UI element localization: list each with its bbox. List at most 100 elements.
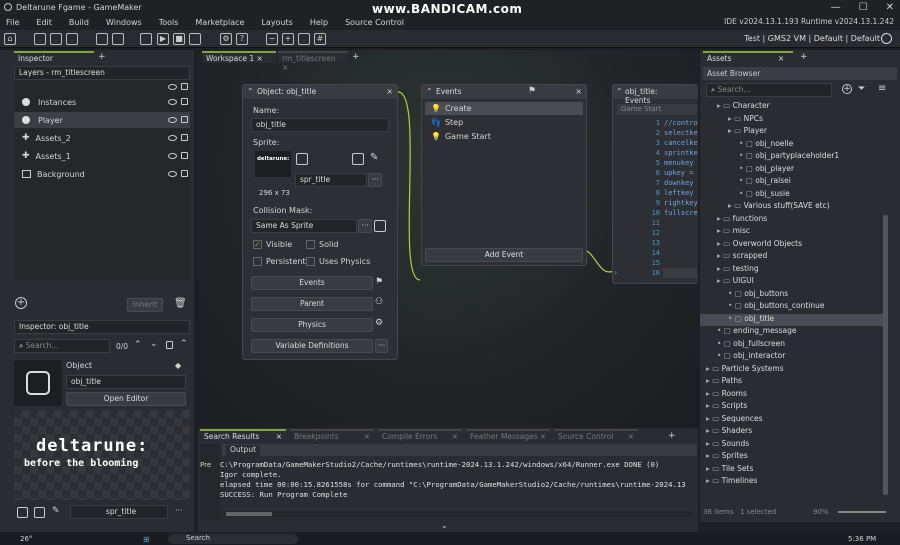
lock-icon[interactable] — [181, 98, 188, 105]
settings-icon[interactable]: ⚙ — [220, 33, 232, 45]
close-icon[interactable]: × — [282, 63, 288, 72]
layer-row-assets-1[interactable]: ✚ Assets_1 — [14, 148, 190, 164]
asset-tree-item[interactable]: ▸ ▭ Character — [700, 101, 883, 113]
object-name-field[interactable]: obj_title — [66, 375, 186, 389]
eye-icon[interactable] — [168, 135, 177, 141]
uses-physics-checkbox[interactable] — [306, 257, 315, 266]
close-icon[interactable]: × — [778, 54, 784, 63]
close-icon[interactable]: × — [452, 432, 458, 441]
asset-scrollbar[interactable] — [883, 215, 888, 495]
workspace-tab-1[interactable]: Workspace 1 × — [202, 51, 276, 63]
menu-build[interactable]: Build — [69, 18, 89, 27]
close-icon[interactable]: × — [540, 432, 546, 441]
layers-dropdown[interactable]: Layers - rm_titlescreen — [14, 66, 190, 80]
layer-row-assets-2[interactable]: ✚ Assets_2 — [14, 130, 190, 146]
collision-mask-select[interactable]: Same As Sprite — [251, 219, 357, 233]
asset-tree-item[interactable]: • ▢ ending_message — [700, 326, 883, 338]
asset-tree-item[interactable]: ▸ ▭ Overworld Objects — [700, 239, 883, 251]
asset-tree-item[interactable]: • ▢ obj_interactor — [700, 351, 883, 363]
code-tab-game-start[interactable]: Game Start — [617, 104, 697, 115]
inherit-button[interactable]: Inherit — [127, 298, 163, 312]
flag-icon[interactable]: ⚑ — [375, 277, 383, 287]
close-icon[interactable]: × — [257, 54, 263, 63]
maximize-button[interactable]: ☐ — [859, 2, 868, 13]
lock-icon[interactable] — [166, 341, 173, 349]
gear-icon[interactable]: ⚙ — [375, 318, 383, 328]
add-layer-icon[interactable]: + — [15, 297, 27, 309]
output-tab-1[interactable]: Breakpoints × — [290, 429, 374, 441]
delete-layer-icon[interactable]: 🗑 — [174, 298, 187, 309]
eye-icon[interactable] — [168, 153, 177, 159]
visible-checkbox[interactable]: ✓ — [253, 240, 262, 249]
sprite-thumbnail[interactable]: deltarune: — [255, 151, 291, 177]
sprite-more-button[interactable]: ··· — [368, 173, 382, 187]
layer-row-background[interactable]: Background — [14, 166, 190, 182]
close-icon[interactable]: × — [575, 87, 582, 96]
clean-icon[interactable] — [140, 33, 152, 45]
close-icon[interactable]: × — [364, 432, 370, 441]
eye-icon[interactable] — [168, 117, 177, 123]
asset-tree-item[interactable]: ▸ ▭ Particle Systems — [700, 364, 883, 376]
event-item-step[interactable]: 👣 Step — [425, 116, 583, 129]
close-icon[interactable]: × — [276, 432, 282, 441]
menu-source-control[interactable]: Source Control — [345, 18, 404, 27]
asset-search[interactable]: ⌕ Search... — [706, 83, 832, 97]
asset-tree-item[interactable]: • ▢ obj_title — [700, 313, 883, 326]
debug-icon[interactable] — [189, 33, 201, 45]
asset-tree-item[interactable]: ▸ ▭ misc — [700, 226, 883, 238]
collapse-icon[interactable]: ⌃ — [247, 87, 254, 96]
collision-more-button[interactable]: ··· — [358, 219, 372, 233]
solid-checkbox[interactable] — [306, 240, 315, 249]
menu-file[interactable]: File — [6, 18, 19, 27]
asset-tree-item[interactable]: ▸ ▭ Sprites — [700, 451, 883, 463]
sprite-browse-icon[interactable] — [296, 153, 308, 165]
close-icon[interactable]: × — [386, 87, 393, 96]
brush-icon[interactable]: ✎ — [52, 506, 60, 516]
asset-tree-item[interactable]: • ▢ obj_buttons — [700, 289, 883, 301]
chevron-right-icon[interactable]: › — [614, 268, 617, 277]
home-icon[interactable]: ⌂ — [4, 33, 16, 45]
open-editor-button[interactable]: Open Editor — [66, 392, 186, 406]
lock-icon[interactable] — [181, 83, 188, 90]
asset-tree-item[interactable]: • ▢ obj_susie — [700, 189, 883, 201]
target-settings-icon[interactable] — [881, 33, 892, 44]
menu-icon[interactable]: ≡ — [878, 83, 886, 94]
asset-tree-item[interactable]: • ▢ obj_noelle — [700, 139, 883, 151]
open-project-icon[interactable] — [50, 33, 62, 45]
collapse-icon[interactable]: ⌃ — [426, 87, 433, 96]
add-asset-icon[interactable]: + — [842, 84, 852, 94]
inspector-tab[interactable]: Inspector — [14, 51, 94, 63]
events-window-header[interactable]: Events — [422, 85, 586, 99]
lock-icon[interactable] — [181, 152, 188, 159]
zoom-slider[interactable] — [838, 511, 886, 513]
zoom-reset-icon[interactable] — [298, 33, 310, 45]
tag-icon[interactable]: ◆ — [175, 361, 181, 370]
collapse-icon[interactable]: ⌃ — [180, 339, 188, 349]
asset-tree-item[interactable]: ▸ ▭ UIGUI — [700, 276, 883, 288]
variables-more-button[interactable]: ··· — [375, 339, 388, 353]
output-tab-0[interactable]: Search Results × — [200, 429, 286, 441]
asset-tree-item[interactable]: ▸ ▭ Timelines — [700, 476, 883, 488]
sprite-select[interactable]: spr_title — [295, 173, 367, 187]
asset-tree-item[interactable]: • ▢ obj_partyplaceholder1 — [700, 151, 883, 163]
code-window-header[interactable]: obj_title: Events — [613, 85, 698, 105]
add-tab-icon[interactable]: + — [98, 52, 106, 62]
add-tab-icon[interactable]: + — [352, 52, 360, 62]
asset-tree-item[interactable]: ▸ ▭ Player — [700, 126, 883, 138]
stop-icon[interactable]: ■ — [173, 33, 185, 45]
asset-tree-item[interactable]: • ▢ obj_fullscreen — [700, 339, 883, 351]
code-scrollbar[interactable] — [663, 268, 697, 278]
menu-tools[interactable]: Tools — [159, 18, 179, 27]
import-icon[interactable] — [112, 33, 124, 45]
lock-icon[interactable] — [181, 134, 188, 141]
lock-icon[interactable] — [181, 116, 188, 123]
help-icon[interactable]: ? — [236, 33, 248, 45]
layer-row-instances[interactable]: Instances — [14, 94, 190, 110]
chevron-up-icon[interactable]: ⌃ — [134, 340, 142, 350]
collapse-icon[interactable]: ⌃ — [616, 87, 623, 96]
asset-tree-item[interactable]: ▸ ▭ Various stuff(SAVE etc) — [700, 201, 883, 213]
menu-layouts[interactable]: Layouts — [261, 18, 292, 27]
weather-text[interactable]: 26° — [20, 535, 32, 543]
events-button[interactable]: Events — [251, 276, 373, 290]
run-icon[interactable]: ▶ — [157, 33, 169, 45]
